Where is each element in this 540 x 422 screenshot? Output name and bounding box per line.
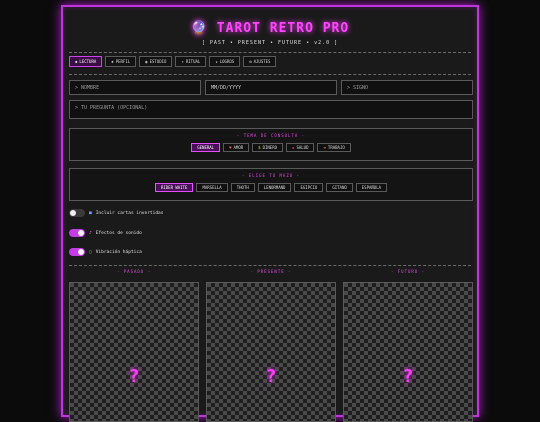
card-slot-present[interactable]: ? [206, 282, 336, 422]
deck-gitano[interactable]: GITANO [326, 183, 353, 192]
toggle-label: Incluir cartas invertidas [95, 210, 164, 216]
card-label-present: - PRESENTE - [250, 269, 292, 274]
topic-trabajo[interactable]: ⚒ TRABAJO [317, 143, 351, 152]
diamond-icon: ◆ [75, 59, 78, 64]
tab-logros[interactable]: ★ LOGROS [209, 56, 241, 67]
deck-marsella[interactable]: MARSELLA [196, 183, 228, 192]
deck-espanola[interactable]: ESPAÑOLA [355, 183, 388, 192]
crystal-ball-icon: 🔮 [190, 21, 208, 36]
card-label-future: - FUTURO - [390, 269, 426, 274]
card-slot-past[interactable]: ? [69, 282, 199, 422]
divider-tabs [69, 74, 471, 75]
toggle-haptic: ▢ Vibración háptica [69, 248, 142, 256]
switch-knob [70, 210, 76, 216]
deck-panel: - ELIGE TU MAZO - RIDER WAITE MARSELLA T… [69, 168, 473, 201]
health-icon: ✚ [292, 145, 295, 150]
toggle-reversed-cards: ■ Incluir cartas invertidas [69, 209, 163, 217]
topic-panel: - TEMA DE CONSULTA - GENERAL ♥ AMOR $ DI… [69, 128, 473, 161]
card-label-past: - PASADO - [116, 269, 152, 274]
profile-icon: ◈ [111, 59, 114, 64]
heart-icon: ♥ [229, 145, 232, 150]
deck-lenormand[interactable]: LENORMAND [257, 183, 292, 192]
tab-perfil[interactable]: ◈ PERFIL [105, 56, 137, 67]
tab-label: RITUAL [185, 59, 201, 64]
divider-cards [69, 265, 471, 266]
tab-label: PERFIL [115, 59, 131, 64]
sound-effects-switch[interactable] [69, 229, 85, 237]
study-icon: ◉ [145, 59, 148, 64]
deck-chips: RIDER WAITE MARSELLA THOTH LENORMAND EGI… [70, 183, 472, 192]
topic-general[interactable]: GENERAL [191, 143, 221, 152]
chip-label: GENERAL [197, 145, 215, 150]
toggle-label: Vibración háptica [95, 249, 142, 255]
chip-label: TRABAJO [327, 145, 345, 150]
reversed-cards-switch[interactable] [69, 209, 85, 217]
chip-label: AMOR [233, 145, 244, 150]
tab-ajustes[interactable]: ⚙ AJUSTES [243, 56, 277, 67]
square-icon: ■ [89, 210, 92, 216]
tab-ritual[interactable]: ✦ RITUAL [175, 56, 207, 67]
deck-thoth[interactable]: THOTH [230, 183, 255, 192]
question-input[interactable]: > TU PREGUNTA (OPCIONAL) [69, 100, 473, 119]
birthdate-input[interactable]: MM/DD/YYYY [205, 80, 337, 95]
app-title: 🔮 TAROT RETRO PRO [63, 21, 477, 36]
app-subtitle: [ PAST • PRESENT • FUTURE • v2.0 ] [201, 40, 339, 46]
phone-icon: ▢ [89, 249, 92, 255]
sparkle-icon: ✦ [181, 59, 184, 64]
chip-label: SALUD [296, 145, 309, 150]
question-mark-icon: ? [128, 366, 140, 387]
topic-dinero[interactable]: $ DINERO [252, 143, 284, 152]
deck-panel-title: - ELIGE TU MAZO - [242, 173, 300, 178]
chip-label: DINERO [262, 145, 278, 150]
gear-icon: ⚙ [249, 59, 252, 64]
tab-label: LOGROS [219, 59, 235, 64]
haptic-switch[interactable] [69, 248, 85, 256]
tab-lectura[interactable]: ◆ LECTURA [69, 56, 103, 67]
card-slot-future[interactable]: ? [343, 282, 473, 422]
music-note-icon: ♪ [89, 230, 92, 236]
deck-rider-waite[interactable]: RIDER WAITE [154, 183, 194, 192]
tab-estudio[interactable]: ◉ ESTUDIO [139, 56, 173, 67]
main-tabs: ◆ LECTURA ◈ PERFIL ◉ ESTUDIO ✦ RITUAL ★ … [69, 56, 277, 67]
app-title-text: TAROT RETRO PRO [216, 21, 350, 36]
topic-chips: GENERAL ♥ AMOR $ DINERO ✚ SALUD ⚒ TRABAJ… [70, 143, 472, 152]
question-mark-icon: ? [402, 366, 414, 387]
tab-label: LECTURA [79, 59, 97, 64]
tab-label: ESTUDIO [149, 59, 167, 64]
switch-knob [78, 249, 84, 255]
sign-input[interactable]: > SIGNO [341, 80, 473, 95]
switch-knob [78, 230, 84, 236]
work-icon: ⚒ [323, 145, 326, 150]
divider-top [69, 52, 471, 53]
money-icon: $ [258, 145, 261, 150]
star-icon: ★ [215, 59, 218, 64]
deck-egipcio[interactable]: EGIPCIO [294, 183, 324, 192]
topic-panel-title: - TEMA DE CONSULTA - [236, 133, 306, 138]
topic-salud[interactable]: ✚ SALUD [286, 143, 315, 152]
toggle-sound-effects: ♪ Efectos de sonido [69, 229, 142, 237]
topic-amor[interactable]: ♥ AMOR [223, 143, 250, 152]
tab-label: AJUSTES [253, 59, 271, 64]
question-mark-icon: ? [265, 366, 277, 387]
app-frame: 🔮 TAROT RETRO PRO [ PAST • PRESENT • FUT… [61, 5, 479, 422]
name-input[interactable]: > NOMBRE [69, 80, 201, 95]
toggle-label: Efectos de sonido [95, 230, 142, 236]
